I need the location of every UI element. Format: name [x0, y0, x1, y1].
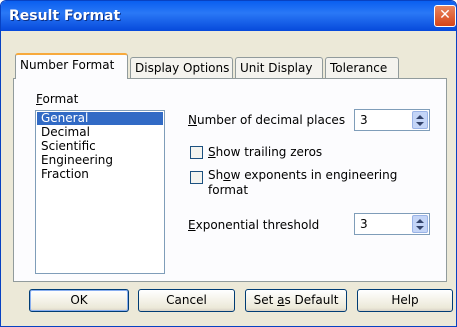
- tab-label: Number Format: [20, 58, 115, 72]
- ok-button[interactable]: OK: [29, 289, 129, 312]
- exp-threshold-value[interactable]: 3: [360, 217, 368, 231]
- tab-label: Unit Display: [240, 61, 313, 75]
- decimal-places-value[interactable]: 3: [360, 113, 368, 127]
- tab-tolerance[interactable]: Tolerance: [325, 57, 399, 78]
- tab-number-format[interactable]: Number Format: [15, 53, 128, 79]
- spin-up-icon[interactable]: [416, 115, 424, 119]
- list-item-fraction[interactable]: Fraction: [37, 168, 163, 181]
- spin-down-icon[interactable]: [416, 226, 424, 230]
- tab-label: Display Options: [135, 61, 230, 75]
- set-default-post: s Default: [284, 293, 339, 307]
- list-item-engineering[interactable]: Engineering: [37, 154, 163, 167]
- exp-threshold-spinner[interactable]: 3: [354, 213, 430, 235]
- trailing-zeros-checkbox[interactable]: [190, 146, 203, 159]
- tab-unit-display[interactable]: Unit Display: [235, 57, 323, 78]
- spin-buttons[interactable]: [412, 215, 428, 233]
- list-item-decimal[interactable]: Decimal: [37, 126, 163, 139]
- exp-threshold-label-rest: xponential threshold: [195, 218, 320, 232]
- trailing-zeros-label-rest: how trailing zeros: [215, 145, 323, 159]
- set-default-pre: Set: [253, 293, 278, 307]
- ok-button-label: OK: [70, 293, 88, 307]
- spin-buttons[interactable]: [412, 111, 428, 129]
- exponents-label-pre: Sh: [208, 168, 224, 182]
- decimal-places-label: Number of decimal places: [188, 113, 345, 127]
- set-as-default-button[interactable]: Set as Default: [245, 289, 347, 312]
- exponents-checkbox[interactable]: [190, 171, 203, 184]
- tab-label: Tolerance: [330, 61, 388, 75]
- help-button[interactable]: Help: [357, 289, 453, 312]
- close-button[interactable]: ✕: [434, 5, 456, 27]
- exp-threshold-mnemonic: E: [188, 218, 196, 232]
- decimal-places-spinner[interactable]: 3: [354, 109, 430, 131]
- trailing-zeros-label: Show trailing zeros: [208, 145, 322, 159]
- cancel-button[interactable]: Cancel: [138, 289, 235, 312]
- exponents-label: Show exponents in engineering: [208, 168, 397, 182]
- title-bar[interactable]: Result Format ✕: [1, 1, 456, 31]
- list-item-scientific[interactable]: Scientific: [37, 140, 163, 153]
- dialog-title: Result Format: [9, 8, 121, 24]
- exp-threshold-label: Exponential threshold: [188, 218, 319, 232]
- format-label: Format: [36, 92, 78, 106]
- exponents-label-post: w exponents in engineering: [230, 168, 398, 182]
- spin-down-icon[interactable]: [416, 122, 424, 126]
- spin-up-icon[interactable]: [416, 219, 424, 223]
- decimal-places-mnemonic: N: [188, 113, 197, 127]
- format-label-rest: ormat: [42, 92, 79, 106]
- exponents-label-line2: format: [208, 183, 249, 197]
- decimal-places-label-rest: umber of decimal places: [196, 113, 346, 127]
- format-listbox[interactable]: General Decimal Scientific Engineering F…: [35, 110, 165, 274]
- close-icon: ✕: [439, 7, 451, 23]
- trailing-zeros-mnemonic: S: [208, 145, 216, 159]
- list-item-general[interactable]: General: [37, 112, 163, 125]
- help-button-label: Help: [391, 293, 419, 307]
- tab-display-options[interactable]: Display Options: [130, 57, 233, 78]
- exponents-mnemonic: o: [223, 168, 231, 182]
- cancel-button-label: Cancel: [166, 293, 207, 307]
